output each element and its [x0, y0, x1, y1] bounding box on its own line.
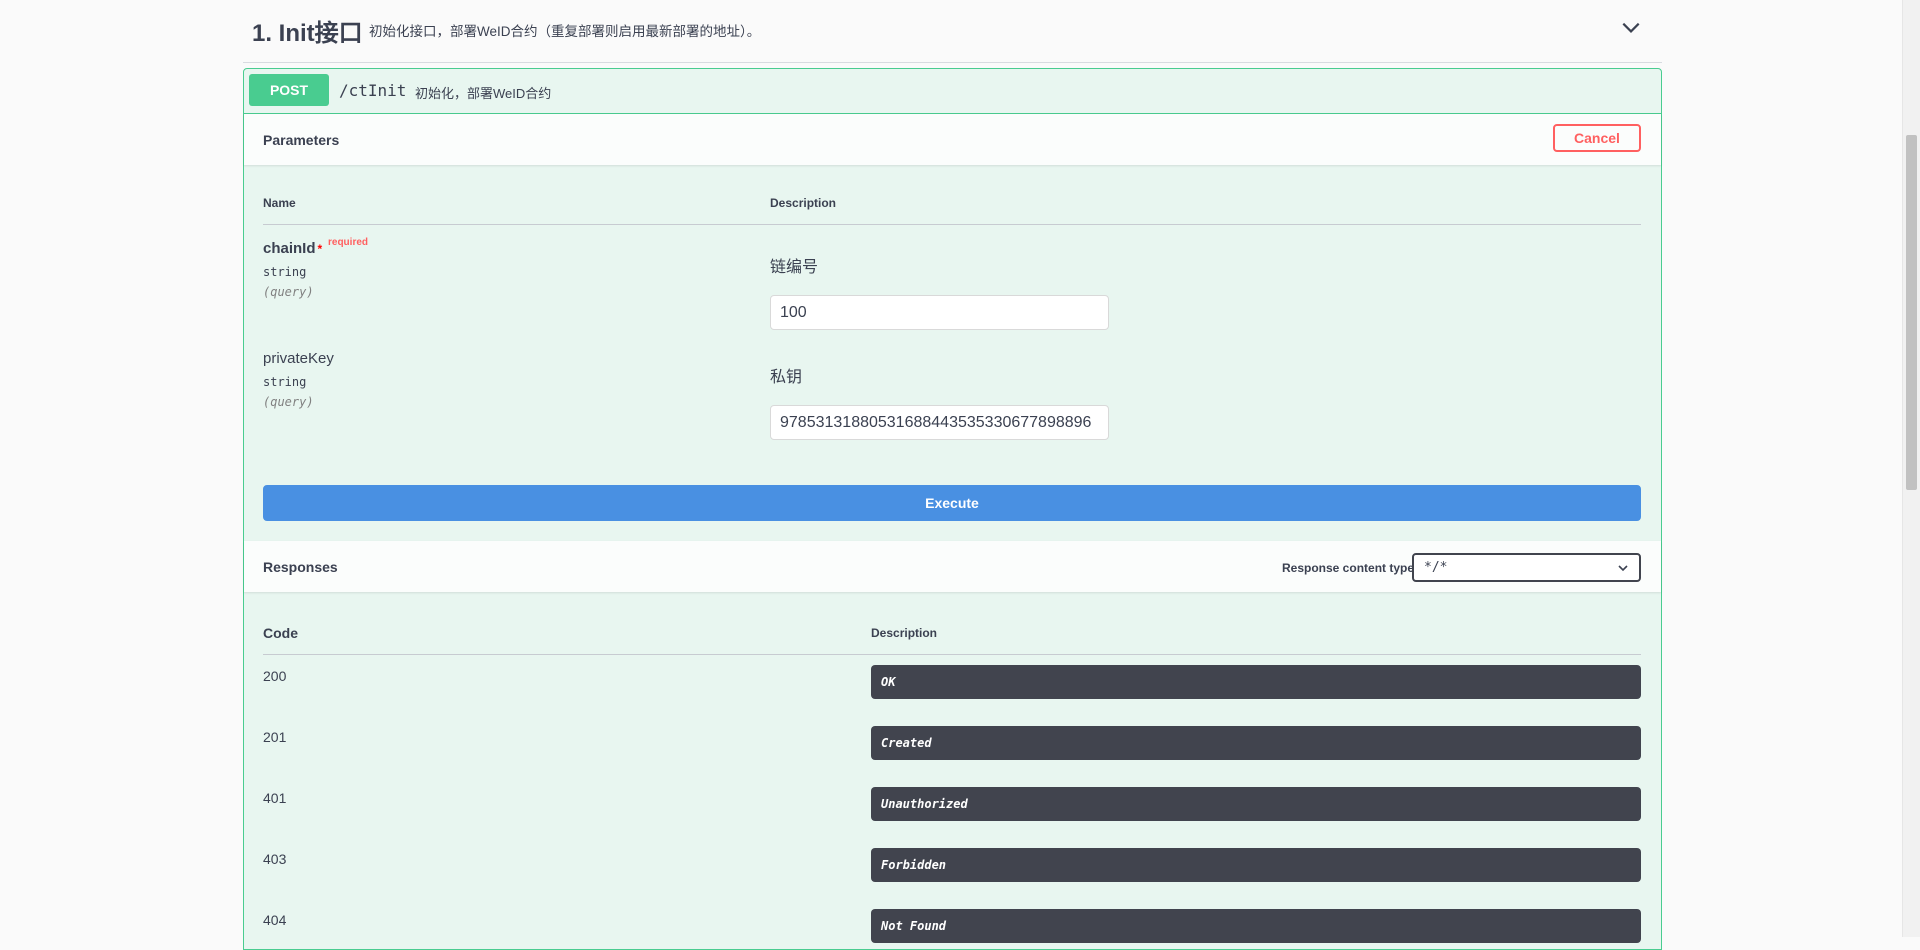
description-column-header: Description — [770, 196, 837, 210]
param-name-chainid: chainId * — [263, 240, 323, 257]
response-code: 401 — [263, 790, 287, 806]
tag-section-header[interactable]: 1. Init接口 初始化接口，部署WeID合约（重复部署则启用最新部署的地址）… — [243, 0, 1662, 63]
execute-button[interactable]: Execute — [263, 485, 1641, 521]
parameters-header: Parameters Cancel — [244, 114, 1661, 165]
response-code: 404 — [263, 912, 287, 928]
param-location: (query) — [263, 395, 314, 409]
response-description: Created — [871, 726, 1641, 760]
responses-header: Responses Response content type */* — [244, 541, 1661, 592]
chainid-input[interactable] — [770, 295, 1109, 330]
param-description: 链编号 — [770, 259, 819, 276]
response-code: 200 — [263, 668, 287, 684]
param-type: string — [263, 265, 307, 279]
param-name-privatekey: privateKey — [263, 350, 334, 367]
required-star: * — [317, 242, 323, 256]
post-operation-block: POST /ctInit 初始化，部署WeID合约 Parameters Can… — [243, 68, 1662, 950]
response-description: Forbidden — [871, 848, 1641, 882]
params-divider — [263, 224, 1641, 225]
name-column-header: Name — [263, 196, 296, 210]
selected-content-type: */* — [1424, 560, 1448, 575]
privatekey-input[interactable] — [770, 405, 1109, 440]
tag-description: 初始化接口，部署WeID合约（重复部署则启用最新部署的地址）。 — [369, 24, 761, 39]
chevron-down-icon — [1618, 565, 1628, 572]
response-description: Unauthorized — [871, 787, 1641, 821]
param-location: (query) — [263, 285, 314, 299]
page-scrollbar[interactable] — [1902, 0, 1920, 937]
required-label: required — [328, 237, 369, 248]
response-description: OK — [871, 665, 1641, 699]
response-content-type-label: Response content type — [1282, 561, 1415, 575]
responses-divider — [263, 654, 1641, 655]
response-code: 201 — [263, 729, 287, 745]
operation-path: /ctInit — [339, 81, 407, 100]
scrollbar-thumb[interactable] — [1906, 135, 1917, 490]
response-content-type-select[interactable]: */* — [1412, 553, 1641, 582]
response-code: 403 — [263, 851, 287, 867]
operation-summary[interactable]: POST /ctInit 初始化，部署WeID合约 — [244, 69, 1661, 114]
param-description: 私钥 — [770, 369, 803, 386]
response-description-header: Description — [871, 626, 938, 640]
parameters-title: Parameters — [263, 132, 340, 148]
chevron-down-icon[interactable] — [1620, 16, 1642, 38]
tag-title[interactable]: 1. Init接口 — [252, 13, 363, 48]
param-type: string — [263, 375, 307, 389]
operation-summary-text: 初始化，部署WeID合约 — [415, 86, 552, 101]
cancel-button[interactable]: Cancel — [1553, 124, 1641, 152]
response-description: Not Found — [871, 909, 1641, 943]
responses-title: Responses — [263, 559, 338, 575]
code-column-header: Code — [263, 625, 298, 641]
method-badge: POST — [249, 74, 329, 106]
